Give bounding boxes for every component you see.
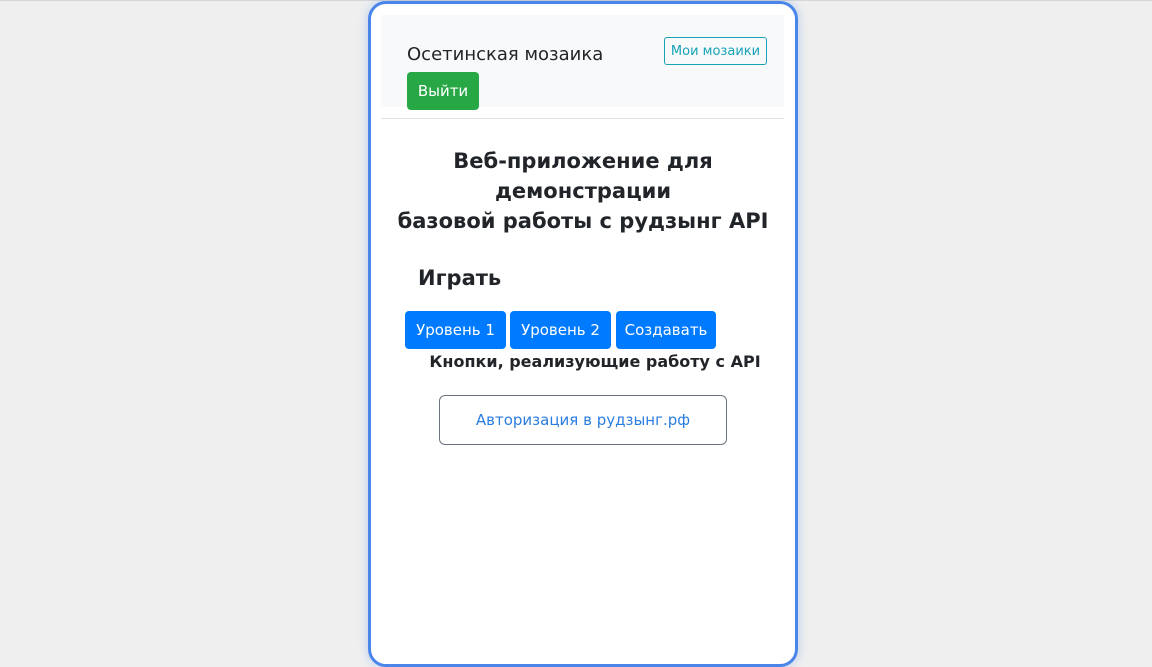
- api-buttons-caption: Кнопки, реализующие работу с API: [429, 352, 761, 371]
- auth-button[interactable]: Авторизация в рудзынг.рф: [439, 395, 727, 445]
- level-2-button[interactable]: Уровень 2: [510, 311, 611, 349]
- brand-title: Осетинская мозаика: [407, 44, 604, 65]
- exit-button[interactable]: Выйти: [407, 72, 479, 110]
- navbar: Осетинская мозаика Мои мозаики Выйти: [381, 15, 784, 110]
- create-button[interactable]: Создавать: [616, 311, 716, 349]
- page-title-line-2: демонстрации: [494, 179, 672, 203]
- my-mosaics-button[interactable]: Мои мозаики: [664, 37, 767, 65]
- divider: [381, 118, 784, 119]
- mobile-frame: Осетинская мозаика Мои мозаики Выйти Веб…: [368, 1, 798, 667]
- level-1-button[interactable]: Уровень 1: [405, 311, 506, 349]
- play-heading: Играть: [418, 266, 502, 290]
- page-title-line-3: базовой работы с рудзынг API: [397, 209, 769, 233]
- page-title-line-1: Веб-приложение для: [453, 149, 713, 173]
- page-title: Веб-приложение для демонстрации базовой …: [371, 146, 795, 236]
